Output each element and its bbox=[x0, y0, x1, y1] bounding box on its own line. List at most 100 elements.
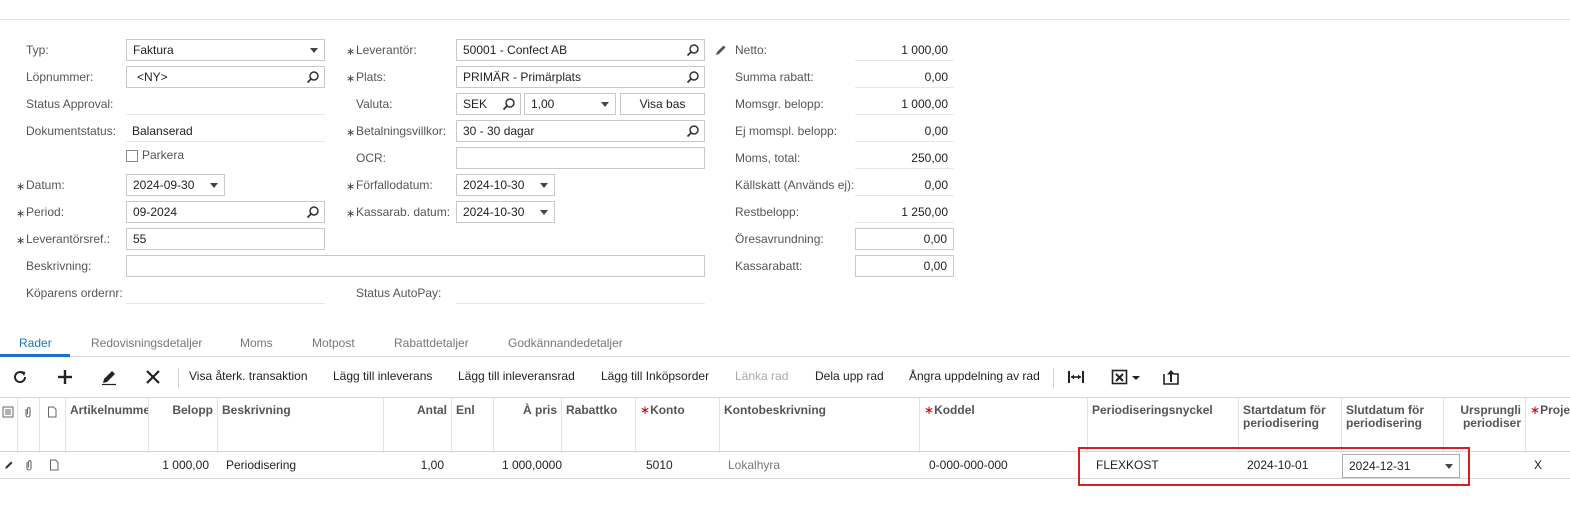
search-icon[interactable] bbox=[502, 97, 516, 111]
tab-godkannandedetaljer[interactable]: Godkännandedetaljer bbox=[508, 336, 623, 350]
header-description[interactable]: Beskrivning bbox=[218, 398, 384, 453]
docstatus-value: Balanserad bbox=[126, 120, 325, 142]
split-line-button[interactable]: Dela upp rad bbox=[815, 369, 884, 383]
header-amount[interactable]: Belopp bbox=[149, 398, 218, 453]
tab-redovisningsdetaljer[interactable]: Redovisningsdetaljer bbox=[91, 336, 202, 350]
header-discount-code[interactable]: Rabattko bbox=[562, 398, 636, 453]
due-date-input[interactable]: 2024-10-30 bbox=[456, 174, 555, 196]
cell-subaccount[interactable]: 0-000-000-000 bbox=[929, 458, 1079, 472]
header-account[interactable]: ∗Konto bbox=[636, 398, 720, 453]
delete-icon[interactable] bbox=[144, 368, 162, 386]
header-quantity[interactable]: Antal bbox=[384, 398, 452, 453]
document-icon[interactable] bbox=[48, 459, 60, 471]
location-label: Plats: bbox=[356, 70, 387, 84]
add-purchase-order-button[interactable]: Lägg till Inköpsorder bbox=[601, 369, 709, 383]
list-icon[interactable] bbox=[2, 406, 14, 418]
header-account-description[interactable]: Kontobeskrivning bbox=[720, 398, 920, 453]
grid-header: Artikelnummer Belopp Beskrivning Antal E… bbox=[0, 397, 1570, 453]
refresh-icon[interactable] bbox=[11, 368, 29, 386]
pencil-icon[interactable] bbox=[714, 43, 728, 57]
chevron-down-icon[interactable] bbox=[540, 183, 548, 188]
toolbar-separator bbox=[178, 368, 179, 388]
description-label: Beskrivning: bbox=[26, 259, 92, 273]
header-deferral-end[interactable]: Slutdatum för periodisering bbox=[1342, 398, 1444, 453]
terms-input[interactable]: 30 - 30 dagar bbox=[456, 120, 705, 142]
rounding-input[interactable]: 0,00 bbox=[855, 228, 954, 250]
tab-rader[interactable]: Rader bbox=[19, 336, 52, 350]
rounding-label: Öresavrundning: bbox=[735, 232, 824, 246]
add-receipt-line-button[interactable]: Lägg till inleveransrad bbox=[458, 369, 575, 383]
chevron-down-icon[interactable] bbox=[540, 210, 548, 215]
attachment-header bbox=[18, 398, 40, 453]
export-excel-icon[interactable] bbox=[1111, 368, 1129, 386]
header-item[interactable]: Artikelnummer bbox=[66, 398, 149, 453]
tab-rabattdetaljer[interactable]: Rabattdetaljer bbox=[394, 336, 469, 350]
chevron-down-icon[interactable] bbox=[1445, 464, 1453, 469]
chevron-down-icon[interactable] bbox=[1131, 368, 1141, 386]
type-select[interactable]: Faktura bbox=[126, 39, 325, 61]
active-tab-indicator bbox=[0, 354, 70, 357]
autopay-value bbox=[456, 282, 705, 304]
table-row[interactable]: 1 000,00 Periodisering 1,00 1 000,0000 5… bbox=[0, 452, 1570, 479]
hold-checkbox[interactable] bbox=[126, 150, 138, 162]
vendor-label: Leverantör: bbox=[356, 43, 417, 57]
cell-deferral-start[interactable]: 2024-10-01 bbox=[1247, 458, 1337, 472]
cell-quantity[interactable]: 1,00 bbox=[384, 458, 444, 472]
header-unit-price[interactable]: À pris bbox=[494, 398, 562, 453]
view-recurring-transaction-button[interactable]: Visa återk. transaktion bbox=[189, 369, 308, 383]
header-original-deferral[interactable]: Ursprungli periodiser bbox=[1444, 398, 1526, 453]
undo-split-line-button[interactable]: Ångra uppdelning av rad bbox=[909, 369, 1040, 383]
cell-account[interactable]: 5010 bbox=[646, 458, 716, 472]
vendorref-input[interactable]: 55 bbox=[126, 228, 325, 250]
currency-input[interactable]: SEK bbox=[456, 93, 521, 115]
cell-project[interactable]: X bbox=[1534, 458, 1554, 472]
cell-unit-price[interactable]: 1 000,0000 bbox=[494, 458, 562, 472]
ocr-input[interactable] bbox=[456, 147, 705, 169]
terms-label: Betalningsvillkor: bbox=[356, 124, 447, 138]
cell-deferral-end-input[interactable]: 2024-12-31 bbox=[1342, 454, 1460, 478]
header-subaccount[interactable]: ∗Koddel bbox=[920, 398, 1088, 453]
add-icon[interactable] bbox=[56, 368, 74, 386]
header-project[interactable]: ∗Proje bbox=[1526, 398, 1570, 453]
cash-discount-input[interactable]: 0,00 bbox=[855, 255, 954, 277]
edit-icon[interactable] bbox=[100, 368, 118, 386]
cell-amount[interactable]: 1 000,00 bbox=[149, 458, 209, 472]
hold-label: Parkera bbox=[142, 148, 185, 162]
exempt-value: 0,00 bbox=[855, 120, 954, 142]
cell-description[interactable]: Periodisering bbox=[226, 458, 376, 472]
fit-columns-icon[interactable] bbox=[1067, 368, 1085, 386]
tab-moms[interactable]: Moms bbox=[240, 336, 273, 350]
cell-deferral-code[interactable]: FLEXKOST bbox=[1096, 458, 1236, 472]
balance-label: Restbelopp: bbox=[735, 205, 800, 219]
tab-motpost[interactable]: Motpost bbox=[312, 336, 355, 350]
period-input[interactable]: 09-2024 bbox=[126, 201, 325, 223]
link-line-button[interactable]: Länka rad bbox=[735, 369, 788, 383]
paperclip-icon[interactable] bbox=[23, 459, 35, 471]
row-selector-header bbox=[0, 398, 18, 453]
note-header bbox=[40, 398, 66, 453]
header-deferral-code[interactable]: Periodiseringsnyckel bbox=[1088, 398, 1239, 453]
search-icon[interactable] bbox=[686, 43, 700, 57]
ref-input[interactable]: <NY> bbox=[126, 66, 325, 88]
header-uom[interactable]: Enl bbox=[452, 398, 494, 453]
location-input[interactable]: PRIMÄR - Primärplats bbox=[456, 66, 705, 88]
search-icon[interactable] bbox=[306, 205, 320, 219]
chevron-down-icon[interactable] bbox=[210, 183, 218, 188]
search-icon[interactable] bbox=[306, 70, 320, 84]
date-input[interactable]: 2024-09-30 bbox=[126, 174, 225, 196]
header-deferral-start[interactable]: Startdatum för periodisering bbox=[1239, 398, 1342, 453]
taxable-label: Momsgr. belopp: bbox=[735, 97, 824, 111]
search-icon[interactable] bbox=[686, 70, 700, 84]
search-icon[interactable] bbox=[686, 124, 700, 138]
rate-select[interactable]: 1,00 bbox=[524, 93, 616, 115]
required-marker: ∗ bbox=[346, 73, 356, 85]
add-receipt-button[interactable]: Lägg till inleverans bbox=[333, 369, 432, 383]
vendor-input[interactable]: 50001 - Confect AB bbox=[456, 39, 705, 61]
cash-discount-date-input[interactable]: 2024-10-30 bbox=[456, 201, 555, 223]
upload-icon[interactable] bbox=[1162, 368, 1180, 386]
required-marker: ∗ bbox=[346, 127, 356, 139]
discount-total-value: 0,00 bbox=[855, 66, 954, 88]
view-base-button[interactable]: Visa bas bbox=[620, 93, 705, 115]
period-label: Period: bbox=[26, 205, 65, 219]
description-input[interactable] bbox=[126, 255, 705, 277]
